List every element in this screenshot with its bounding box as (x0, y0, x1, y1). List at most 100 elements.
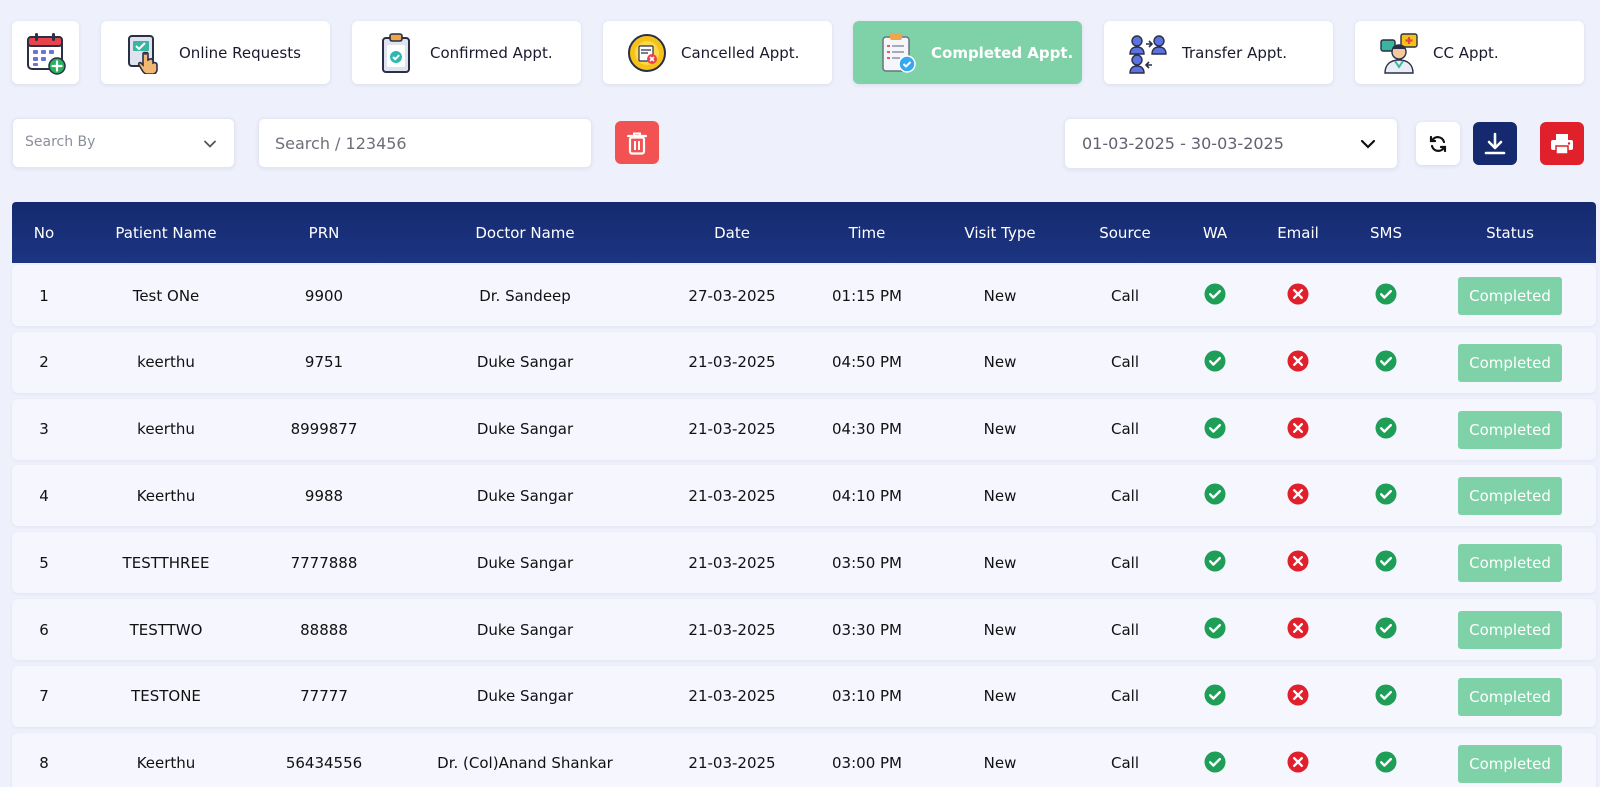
email-cross-icon (1287, 751, 1309, 773)
cell-no: 4 (39, 486, 49, 505)
sms-check-icon (1375, 417, 1397, 439)
download-button[interactable] (1473, 122, 1517, 165)
search-by-select[interactable]: Search By (12, 118, 235, 168)
cell-date: 21-03-2025 (688, 553, 776, 572)
tab-cancelled-appt[interactable]: Cancelled Appt. (603, 21, 832, 84)
email-cross-icon (1287, 550, 1309, 572)
tab-completed-appt-label: Completed Appt. (931, 43, 1074, 62)
table-row[interactable]: 5 TESTTHREE 7777888 Duke Sangar 21-03-2025 03… (12, 532, 1596, 594)
cell-patient-name: TESTTHREE (122, 553, 210, 572)
calendar-add-icon (27, 33, 66, 75)
cell-prn: 9988 (304, 486, 344, 505)
cell-patient-name: TESTTWO (129, 620, 203, 639)
cell-date: 27-03-2025 (688, 286, 776, 305)
sms-check-icon (1375, 550, 1397, 572)
status-badge[interactable]: Completed (1458, 544, 1562, 583)
cell-doctor-name: Dr. Sandeep (479, 286, 571, 305)
trash-icon (626, 132, 648, 155)
status-badge[interactable]: Completed (1458, 611, 1562, 649)
email-cross-icon (1287, 483, 1309, 505)
cell-doctor-name: Duke Sangar (476, 486, 574, 505)
tab-cc-appt[interactable]: CC Appt. (1355, 21, 1584, 84)
cell-doctor-name: Duke Sangar (476, 620, 574, 639)
search-field-wrapper (258, 118, 592, 168)
table-row[interactable]: 1 Test ONe 9900 Dr. Sandeep 27-03-2025 01:15 … (12, 265, 1596, 326)
cell-time: 04:10 PM (832, 486, 902, 505)
cell-date: 21-03-2025 (688, 353, 776, 372)
status-badge[interactable]: Completed (1458, 277, 1562, 315)
confirmed-clipboard-icon (382, 33, 410, 73)
cell-no: 7 (39, 687, 49, 706)
table-row[interactable]: 2 keerthu 9751 Duke Sangar 21-03-2025 04:50 P… (12, 331, 1596, 393)
wa-check-icon (1204, 751, 1226, 773)
table-row[interactable]: 3 keerthu 8999877 Duke Sangar 21-03-2025 04:3… (12, 398, 1596, 460)
cell-doctor-name: Duke Sangar (476, 687, 574, 706)
calendar-add-button[interactable] (12, 21, 79, 84)
doctor-cc-icon (1380, 33, 1418, 74)
tab-confirmed-appt-label: Confirmed Appt. (430, 43, 553, 62)
col-header-wa: WA (1202, 223, 1228, 242)
cell-no: 8 (39, 754, 49, 773)
status-badge[interactable]: Completed (1458, 410, 1562, 449)
cell-source: Call (1110, 486, 1140, 505)
cell-date: 21-03-2025 (688, 420, 776, 439)
cell-doctor-name: Dr. (Col)Anand Shankar (437, 754, 613, 773)
cell-prn: 88888 (300, 620, 348, 639)
wa-check-icon (1204, 483, 1226, 505)
cell-date: 21-03-2025 (688, 754, 776, 773)
refresh-icon (1429, 135, 1447, 152)
tab-transfer-appt[interactable]: Transfer Appt. (1104, 21, 1333, 84)
tab-confirmed-appt[interactable]: Confirmed Appt. (352, 21, 581, 84)
date-range-select[interactable]: 01-03-2025 - 30-03-2025 (1064, 118, 1398, 169)
email-cross-icon (1287, 283, 1309, 305)
tab-completed-appt[interactable]: Completed Appt. (853, 21, 1082, 84)
cell-no: 1 (39, 286, 49, 305)
col-header-sms: SMS (1370, 223, 1402, 242)
tab-online-requests[interactable]: Online Requests (101, 21, 330, 84)
cell-patient-name: keerthu (137, 420, 195, 439)
cell-prn: 56434556 (285, 754, 363, 773)
status-badge[interactable]: Completed (1458, 744, 1562, 783)
cell-no: 5 (39, 553, 49, 572)
col-header-time: Time (848, 223, 886, 242)
search-input[interactable] (259, 119, 591, 167)
sms-check-icon (1375, 283, 1397, 305)
tab-transfer-appt-label: Transfer Appt. (1182, 43, 1288, 62)
sms-check-icon (1375, 350, 1397, 372)
sms-check-icon (1375, 483, 1397, 505)
cell-source: Call (1110, 553, 1140, 572)
search-by-label: Search By (25, 134, 96, 150)
table-row[interactable]: 4 Keerthu 9988 Duke Sangar 21-03-2025 04:10 P… (12, 465, 1596, 527)
cell-visit-type: New (983, 420, 1017, 439)
table-row[interactable]: 7 TESTONE 77777 Duke Sangar 21-03-2025 03:10 … (12, 665, 1596, 727)
status-badge[interactable]: Completed (1458, 477, 1562, 516)
email-cross-icon (1287, 684, 1309, 706)
status-badge[interactable]: Completed (1458, 343, 1562, 382)
col-header-no: No (33, 223, 55, 242)
col-header-email: Email (1277, 223, 1319, 242)
wa-check-icon (1204, 350, 1226, 372)
cell-no: 2 (39, 353, 49, 372)
cell-visit-type: New (983, 353, 1017, 372)
col-header-visit-type: Visit Type (964, 223, 1036, 242)
online-requests-icon (128, 35, 158, 74)
cell-prn: 9751 (304, 353, 344, 372)
table-header: No Patient Name PRN Doctor Name Date Tim… (12, 202, 1596, 263)
wa-check-icon (1204, 617, 1226, 639)
refresh-button[interactable] (1416, 122, 1460, 165)
delete-button[interactable] (615, 121, 659, 164)
print-button[interactable] (1540, 122, 1584, 165)
table-row[interactable]: 6 TESTTWO 88888 Duke Sangar 21-03-2025 03:30 … (12, 599, 1596, 660)
email-cross-icon (1287, 417, 1309, 439)
cell-source: Call (1110, 687, 1140, 706)
cell-doctor-name: Duke Sangar (476, 353, 574, 372)
col-header-prn: PRN (308, 223, 340, 242)
tab-online-requests-label: Online Requests (179, 43, 301, 62)
table-row[interactable]: 8 Keerthu 56434556 Dr. (Col)Anand Shankar 21… (12, 732, 1596, 787)
wa-check-icon (1204, 417, 1226, 439)
tab-cc-appt-label: CC Appt. (1433, 43, 1499, 62)
tab-cancelled-appt-label: Cancelled Appt. (681, 43, 800, 62)
sms-check-icon (1375, 684, 1397, 706)
wa-check-icon (1204, 550, 1226, 572)
status-badge[interactable]: Completed (1458, 677, 1562, 716)
